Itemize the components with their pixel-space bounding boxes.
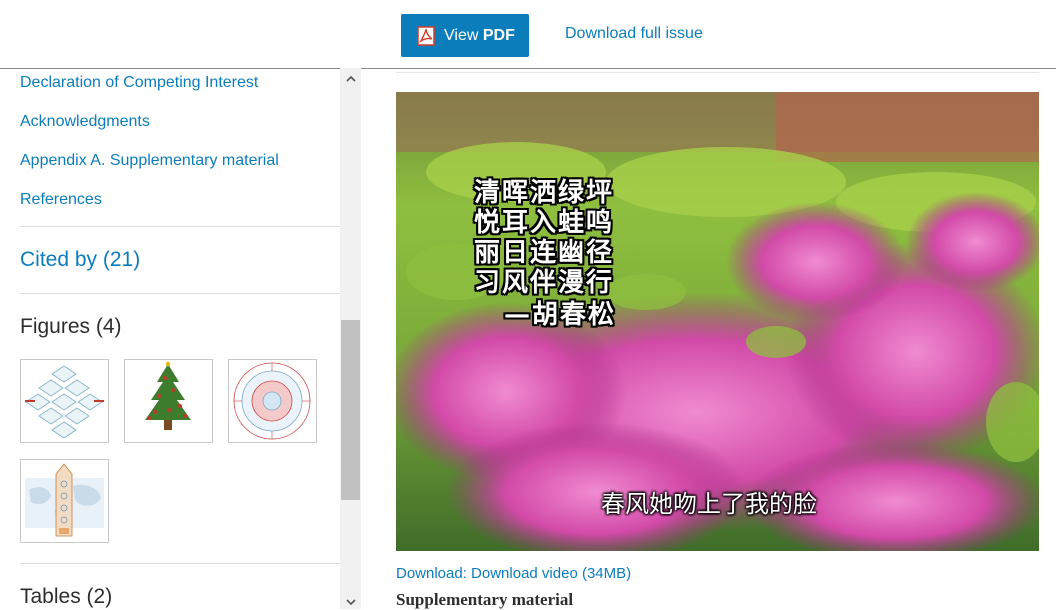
figures-heading: Figures (4) bbox=[20, 315, 122, 338]
article-toolbar: View PDF Download full issue bbox=[0, 0, 1056, 69]
supplementary-material-heading: Supplementary material bbox=[396, 590, 574, 609]
download-video-link[interactable]: Download: Download video (34MB) bbox=[396, 565, 631, 582]
chevron-up-icon[interactable] bbox=[345, 73, 357, 85]
map-diagram-thumbnail bbox=[25, 463, 104, 537]
figure-thumbnail-1[interactable] bbox=[20, 359, 109, 443]
divider bbox=[20, 293, 340, 294]
toc-link-acknowledgments[interactable]: Acknowledgments bbox=[20, 113, 150, 131]
outline-sidebar: Declaration of Competing Interest Acknow… bbox=[0, 68, 362, 609]
figure-thumbnail-4[interactable] bbox=[20, 459, 109, 543]
toc-link-appendix-a[interactable]: Appendix A. Supplementary material bbox=[20, 152, 279, 170]
azalea-garden-video-frame bbox=[396, 92, 1039, 551]
chevron-down-icon[interactable] bbox=[345, 596, 357, 608]
sidebar-scrollbar-thumb[interactable] bbox=[341, 320, 360, 500]
section-rule bbox=[396, 72, 1039, 73]
circular-diagram-thumbnail bbox=[233, 362, 311, 440]
download-full-issue-link[interactable]: Download full issue bbox=[565, 25, 703, 43]
video-poem-author: —胡春松 bbox=[504, 300, 617, 330]
toc-link-competing-interest[interactable]: Declaration of Competing Interest bbox=[20, 74, 258, 92]
view-pdf-button[interactable]: View PDF bbox=[401, 14, 529, 57]
figure-thumbnail-2[interactable] bbox=[124, 359, 213, 443]
tables-heading: Tables (2) bbox=[20, 585, 113, 608]
toc-link-references[interactable]: References bbox=[20, 191, 102, 209]
divider bbox=[20, 226, 340, 227]
tree-image-thumbnail bbox=[145, 361, 191, 430]
divider bbox=[20, 563, 340, 564]
supplementary-video-player[interactable]: 清晖洒绿坪 悦耳入蛙鸣 丽日连幽径 习风伴漫行 —胡春松 春风她吻上了我的脸 bbox=[396, 92, 1039, 551]
pdf-file-icon bbox=[417, 25, 435, 46]
cited-by-link[interactable]: Cited by (21) bbox=[20, 248, 140, 272]
view-pdf-label: View PDF bbox=[444, 26, 515, 44]
figure-thumbnail-3[interactable] bbox=[228, 359, 317, 443]
video-subtitle: 春风她吻上了我的脸 bbox=[601, 490, 817, 518]
pyramid-diagram-thumbnail bbox=[25, 365, 104, 439]
